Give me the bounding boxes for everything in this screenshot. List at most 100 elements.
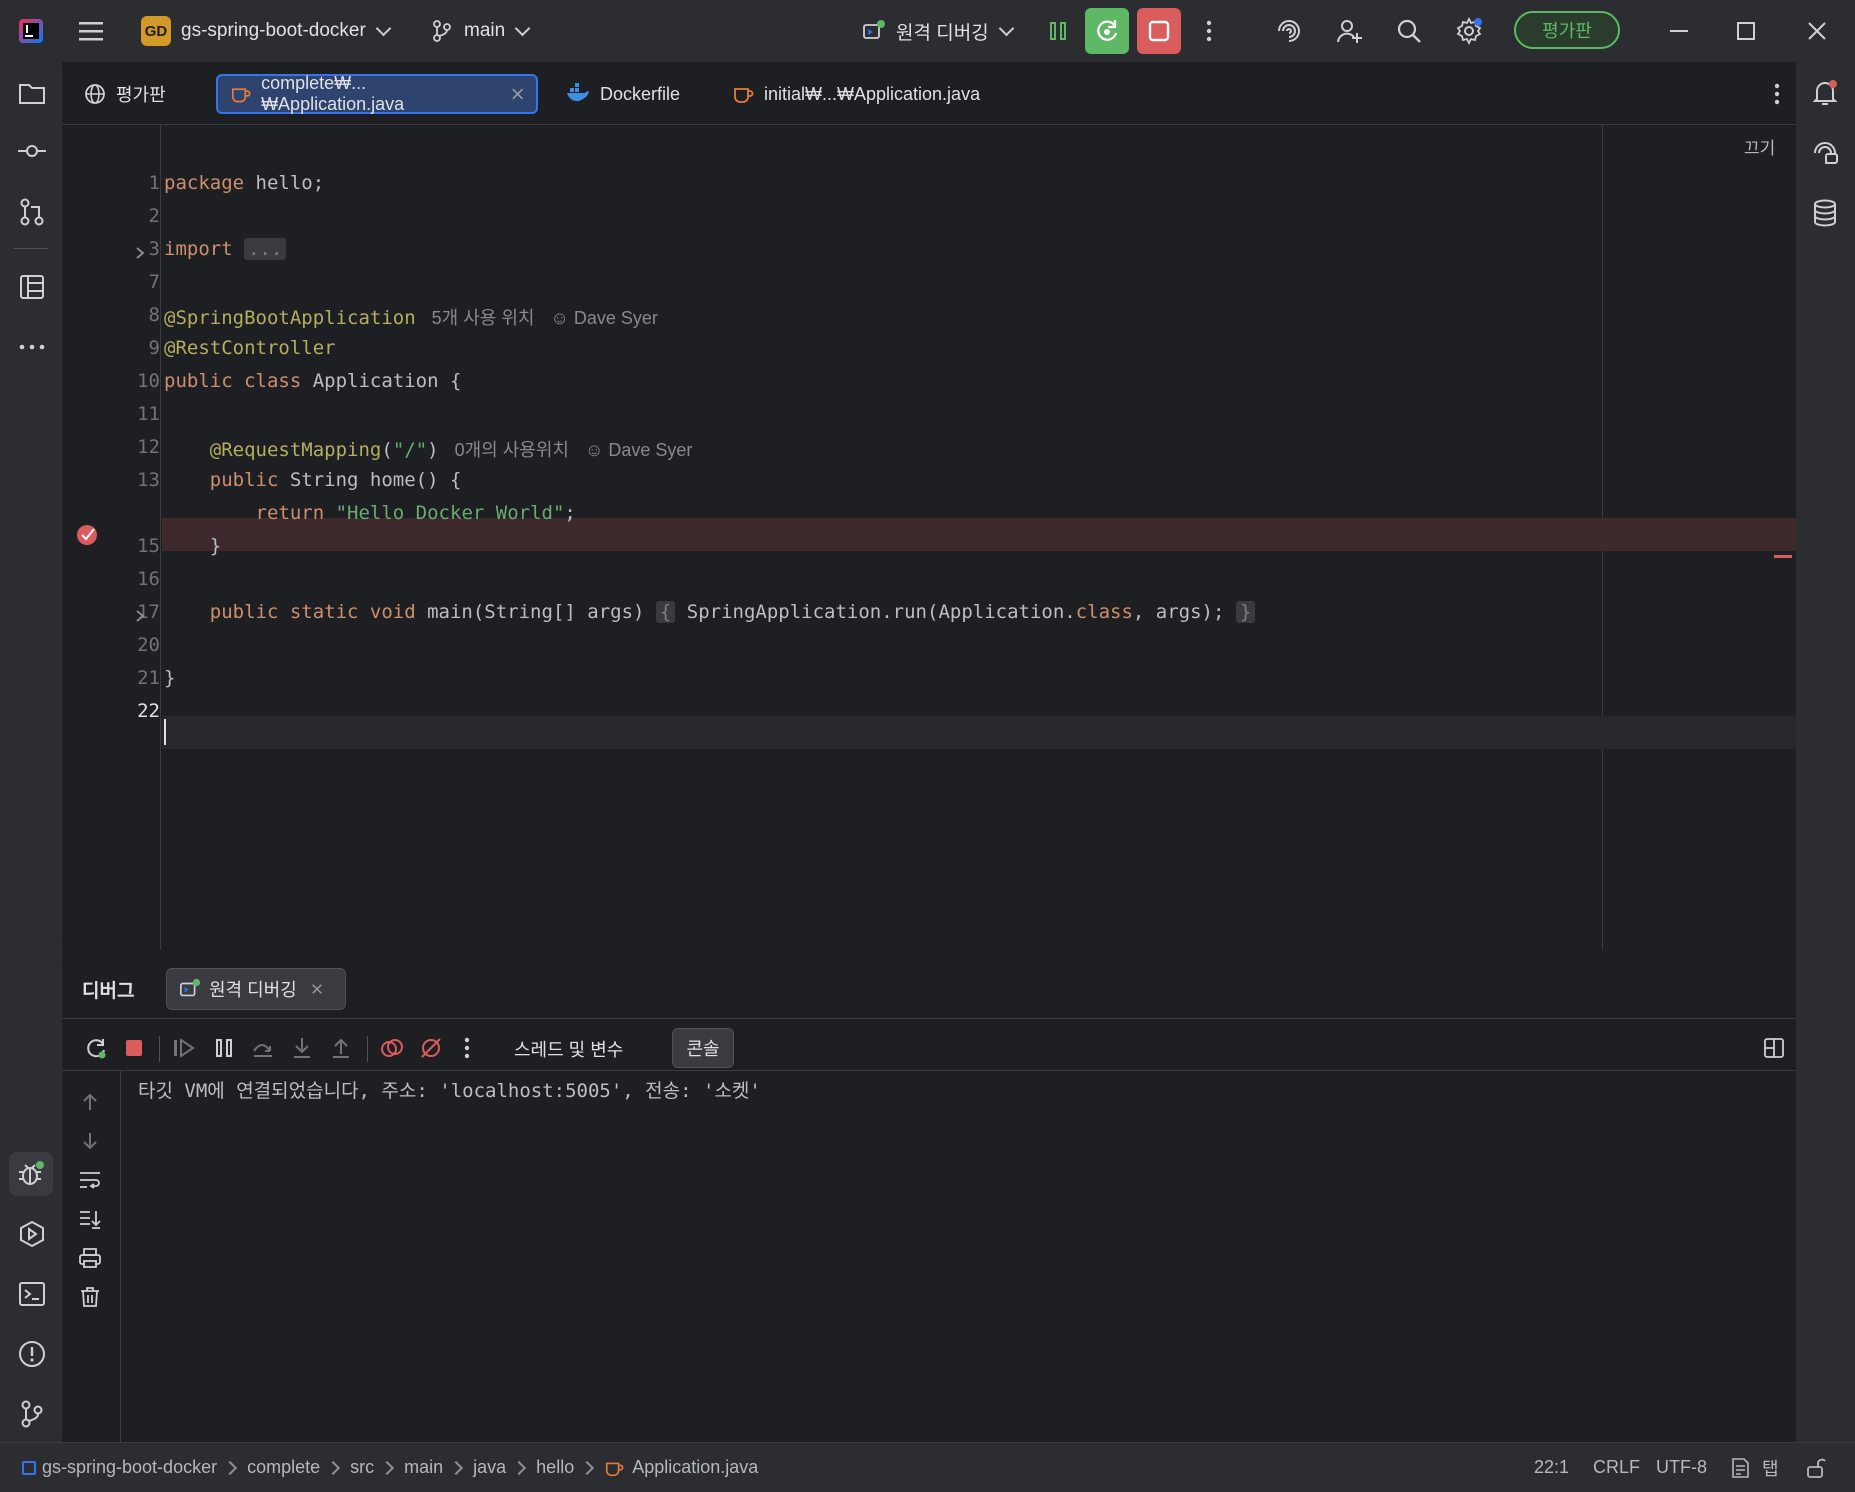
run-config-name: 원격 디버깅 <box>896 22 989 44</box>
print-icon[interactable] <box>74 1242 106 1274</box>
settings-gear-icon[interactable] <box>1450 12 1488 50</box>
more-actions-icon[interactable] <box>1194 13 1224 49</box>
ai-assistant-icon[interactable] <box>1270 12 1308 50</box>
line-separator[interactable]: CRLF <box>1593 1443 1640 1492</box>
breadcrumb-item[interactable]: src <box>350 1457 374 1478</box>
services-icon[interactable] <box>13 1215 51 1253</box>
code-line: } <box>164 535 222 557</box>
read-only-lock-icon[interactable] <box>1806 1443 1826 1492</box>
code-with-me-icon[interactable] <box>1330 12 1368 50</box>
resume-icon[interactable] <box>168 1032 200 1064</box>
tab-dockerfile[interactable]: Dockerfile <box>554 74 692 114</box>
breadcrumb-item[interactable]: hello <box>536 1457 574 1478</box>
mute-breakpoints-icon[interactable] <box>415 1032 447 1064</box>
close-tab-icon[interactable] <box>511 87 524 101</box>
divider <box>62 1070 1796 1071</box>
project-folder-icon[interactable] <box>13 74 51 112</box>
author-hint[interactable]: ☺ Dave Syer <box>585 440 692 460</box>
scroll-to-end-icon[interactable] <box>74 1203 106 1235</box>
git-branch-icon <box>433 20 451 42</box>
usages-hint[interactable]: 5개 사용 위치 <box>432 308 535 328</box>
pause-icon[interactable] <box>208 1032 240 1064</box>
file-encoding[interactable]: UTF-8 <box>1656 1443 1707 1492</box>
tab-threads-variables[interactable]: 스레드 및 변수 <box>514 1032 623 1066</box>
layout-settings-icon[interactable] <box>1758 1032 1790 1064</box>
document-settings-icon <box>1732 1457 1749 1478</box>
fold-chevron-icon[interactable] <box>134 606 146 628</box>
pull-requests-icon[interactable] <box>13 193 51 231</box>
more-tools-icon[interactable] <box>13 328 51 366</box>
close-tab-icon[interactable] <box>311 983 323 995</box>
tab-options-icon[interactable] <box>1762 76 1792 112</box>
code-line: public static void main(String[] args) {… <box>164 601 1256 623</box>
line-number: 2 <box>148 205 160 227</box>
step-into-icon[interactable] <box>286 1032 318 1064</box>
breadcrumb-item[interactable]: Application.java <box>632 1457 758 1478</box>
step-over-icon[interactable] <box>247 1032 279 1064</box>
right-tool-strip <box>1796 62 1855 1442</box>
chevron-right-icon <box>580 1460 595 1475</box>
view-breakpoints-icon[interactable] <box>376 1032 408 1064</box>
intellij-logo-icon[interactable] <box>14 14 48 48</box>
notifications-bell-icon[interactable] <box>1806 74 1844 112</box>
structure-icon[interactable] <box>13 268 51 306</box>
stop-icon <box>1148 20 1170 42</box>
project-selector[interactable]: GD gs-spring-boot-docker <box>141 0 392 62</box>
tab-complete-application-java[interactable]: complete₩...₩Application.java <box>216 73 538 114</box>
tab-initial-application-java[interactable]: initial₩...₩Application.java <box>720 74 992 114</box>
commit-icon[interactable] <box>13 132 51 170</box>
title-bar: GD gs-spring-boot-docker main 원격 디버깅 평가판 <box>0 0 1855 62</box>
scroll-up-icon[interactable] <box>74 1086 106 1118</box>
reader-mode-toggle[interactable]: 끄기 <box>1744 134 1775 159</box>
database-icon[interactable] <box>1806 194 1844 232</box>
scroll-down-icon[interactable] <box>74 1125 106 1157</box>
code-line: package hello; <box>164 172 325 194</box>
soft-wrap-icon[interactable] <box>74 1164 106 1196</box>
search-icon[interactable] <box>1390 12 1428 50</box>
debug-tool-icon[interactable] <box>9 1152 53 1196</box>
more-debug-actions-icon[interactable] <box>454 1032 480 1064</box>
rerun-debug-icon <box>1097 20 1118 41</box>
usages-hint[interactable]: 0개의 사용위치 <box>455 440 569 460</box>
code-line: @SpringBootApplication 5개 사용 위치 ☺ Dave Sye… <box>164 307 658 329</box>
chevron-down-icon <box>375 20 392 36</box>
indent-settings[interactable]: 탭 <box>1730 1443 1779 1492</box>
run-config-selector[interactable]: 원격 디버깅 <box>862 0 1014 62</box>
remote-debug-icon <box>863 20 885 39</box>
tab-console[interactable]: 콘솔 <box>672 1028 734 1068</box>
rerun-icon[interactable] <box>80 1032 112 1064</box>
line-number: 16 <box>137 568 160 590</box>
debug-session-tab[interactable]: 원격 디버깅 <box>166 968 346 1010</box>
main-menu-icon[interactable] <box>74 14 108 48</box>
breadcrumb-item[interactable]: java <box>473 1457 506 1478</box>
step-out-icon[interactable] <box>325 1032 357 1064</box>
minimize-icon[interactable] <box>1660 12 1698 50</box>
author-hint[interactable]: ☺ Dave Syer <box>550 308 657 328</box>
evaluation-button[interactable]: 평가판 <box>1514 11 1620 49</box>
branch-selector[interactable]: main <box>432 0 531 62</box>
caret-position[interactable]: 22:1 <box>1534 1443 1569 1492</box>
line-number: 13 <box>137 469 160 491</box>
breadcrumb-item[interactable]: complete <box>247 1457 320 1478</box>
breadcrumb-item[interactable]: main <box>404 1457 443 1478</box>
fold-chevron-icon[interactable] <box>134 243 146 265</box>
ai-chat-icon[interactable] <box>1806 134 1844 172</box>
code-line: public class Application { <box>164 370 462 392</box>
stop-button[interactable] <box>1137 8 1181 54</box>
close-window-icon[interactable] <box>1798 12 1836 50</box>
editor-tab-bar: 평가판 complete₩...₩Application.java Docker… <box>62 62 1796 125</box>
clear-all-trash-icon[interactable] <box>74 1281 106 1313</box>
rerun-debug-button[interactable] <box>1085 8 1129 54</box>
maximize-icon[interactable] <box>1727 12 1765 50</box>
line-number: 9 <box>148 337 160 359</box>
terminal-icon[interactable] <box>13 1275 51 1313</box>
breadcrumb-item[interactable]: gs-spring-boot-docker <box>42 1457 217 1478</box>
problems-icon[interactable] <box>13 1335 51 1373</box>
pause-program-icon[interactable] <box>1040 13 1076 49</box>
code-editor[interactable]: 끄기 1 2 3 7 8 9 10 11 12 13 15 16 17 20 2… <box>62 124 1796 950</box>
indent-label: 탭 <box>1762 1458 1779 1479</box>
tab-evaluation[interactable]: 평가판 <box>72 74 178 114</box>
git-icon[interactable] <box>13 1395 51 1433</box>
stop-icon[interactable] <box>118 1032 150 1064</box>
code-line: } <box>164 667 176 689</box>
